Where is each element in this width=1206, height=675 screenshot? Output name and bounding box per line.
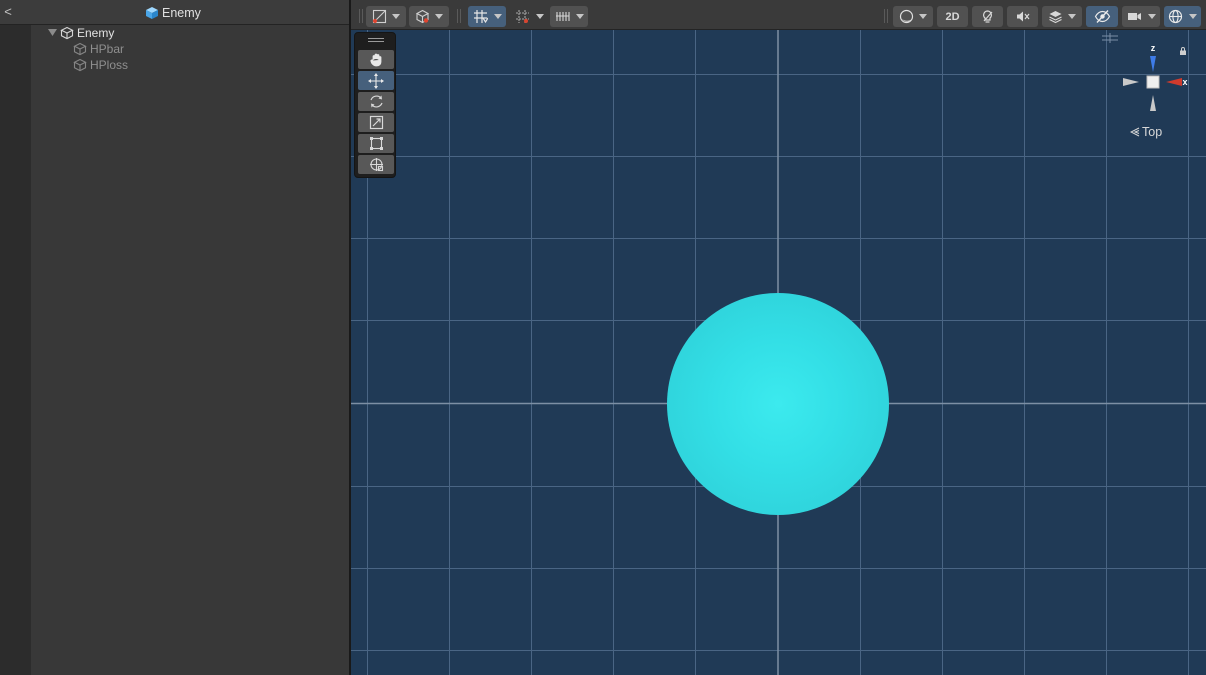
rect-transform-icon	[369, 137, 383, 150]
tree-item-label: HPloss	[90, 58, 129, 72]
ruler-icon	[555, 12, 570, 21]
hand-icon	[370, 53, 381, 67]
z-axis-label: z	[1151, 43, 1156, 53]
gameobject-cube-icon	[73, 58, 87, 72]
2d-toggle-button[interactable]: 2D	[937, 6, 968, 27]
shading-sphere-icon	[899, 9, 914, 24]
neg-x-axis-cone[interactable]	[1123, 78, 1139, 86]
enemy-sphere-object[interactable]	[667, 293, 889, 515]
scene-view[interactable]: 2D z x Top	[351, 0, 1206, 675]
increment-snap-icon	[515, 10, 529, 23]
crosshair-icon	[1102, 33, 1118, 43]
hierarchy-panel: < Enemy Enemy HPbar HPloss	[0, 0, 349, 675]
z-axis-cone[interactable]	[1150, 56, 1156, 72]
toolbar-grip-handle[interactable]	[884, 9, 888, 23]
tree-item-hploss[interactable]: HPloss	[73, 57, 128, 73]
audio-mute-icon	[1017, 11, 1030, 22]
rect-tool-button[interactable]	[358, 134, 394, 153]
tree-item-enemy[interactable]: Enemy	[47, 25, 114, 41]
transform-icon	[369, 158, 383, 172]
hand-tool-button[interactable]	[358, 50, 394, 69]
chevron-down-icon	[575, 14, 584, 19]
ruler-dropdown[interactable]	[550, 6, 588, 27]
light-bulb-icon	[983, 10, 993, 23]
audio-toggle-button[interactable]	[1007, 6, 1038, 27]
scene-toolbar: 2D	[351, 0, 1206, 30]
transform-tool-button[interactable]	[358, 155, 394, 174]
tree-item-label: Enemy	[77, 26, 115, 40]
render-mode-dropdown[interactable]	[409, 6, 449, 27]
hierarchy-tree: Enemy HPbar HPloss	[31, 25, 349, 675]
shaded-draw-icon	[372, 9, 387, 24]
gameobject-cube-icon	[60, 26, 74, 40]
prefab-cube-icon	[146, 6, 158, 19]
layers-icon	[1049, 11, 1062, 24]
hierarchy-gutter	[0, 25, 31, 675]
grid-snap-toggle[interactable]	[468, 6, 506, 27]
prefab-title-label: Enemy	[162, 5, 201, 20]
view-label-text: Top	[1142, 125, 1163, 139]
x-axis-label: x	[1182, 77, 1187, 87]
back-arrow-button[interactable]: <	[2, 4, 14, 20]
chevron-down-icon	[493, 14, 502, 19]
chevron-down-icon	[392, 14, 400, 19]
camera-dropdown[interactable]	[1122, 6, 1160, 27]
toolbar-grip-handle[interactable]	[457, 9, 461, 23]
lighting-toggle-button[interactable]	[972, 6, 1003, 27]
palette-drag-handle[interactable]	[368, 38, 384, 42]
chevron-down-icon	[1189, 14, 1197, 19]
prefab-header: < Enemy	[0, 0, 349, 25]
effects-dropdown[interactable]	[1042, 6, 1082, 27]
gizmo-globe-icon	[1168, 9, 1183, 24]
gizmo-center-cube[interactable]	[1146, 75, 1160, 89]
shading-mode-dropdown[interactable]	[893, 6, 933, 27]
tree-item-label: HPbar	[90, 42, 125, 56]
gameobject-cube-icon	[73, 42, 87, 56]
move-tool-button[interactable]	[358, 71, 394, 90]
perspective-chevron-icon	[1130, 127, 1140, 137]
view-mode-toggle[interactable]: Top	[1130, 125, 1162, 139]
scene-visibility-toggle[interactable]	[1086, 6, 1118, 27]
hidden-eye-icon	[1094, 10, 1110, 23]
chevron-down-icon	[435, 14, 443, 19]
chevron-down-icon	[919, 14, 927, 19]
move-arrows-icon	[368, 72, 384, 89]
chevron-down-icon	[1068, 14, 1076, 19]
gizmo-cube-icon	[415, 9, 430, 24]
grid-snap-icon	[473, 10, 488, 24]
gizmos-dropdown[interactable]	[1164, 6, 1201, 27]
tree-item-hpbar[interactable]: HPbar	[73, 41, 124, 57]
draw-mode-dropdown[interactable]	[366, 6, 406, 27]
chevron-down-icon	[1147, 14, 1156, 19]
camera-icon	[1127, 13, 1141, 20]
prefab-title: Enemy	[145, 4, 201, 21]
tool-palette	[354, 32, 396, 178]
neg-z-axis-cone[interactable]	[1150, 95, 1156, 111]
increment-snap-dropdown[interactable]	[511, 6, 547, 27]
chevron-down-icon	[535, 14, 544, 19]
scale-icon	[369, 115, 383, 130]
scale-tool-button[interactable]	[358, 113, 394, 132]
rotate-tool-button[interactable]	[358, 92, 394, 111]
x-axis-cone[interactable]	[1166, 78, 1182, 86]
toolbar-grip-handle[interactable]	[359, 9, 363, 23]
rotate-icon	[369, 95, 383, 108]
lock-icon[interactable]	[1179, 47, 1187, 55]
fold-arrow-icon[interactable]	[47, 28, 57, 38]
